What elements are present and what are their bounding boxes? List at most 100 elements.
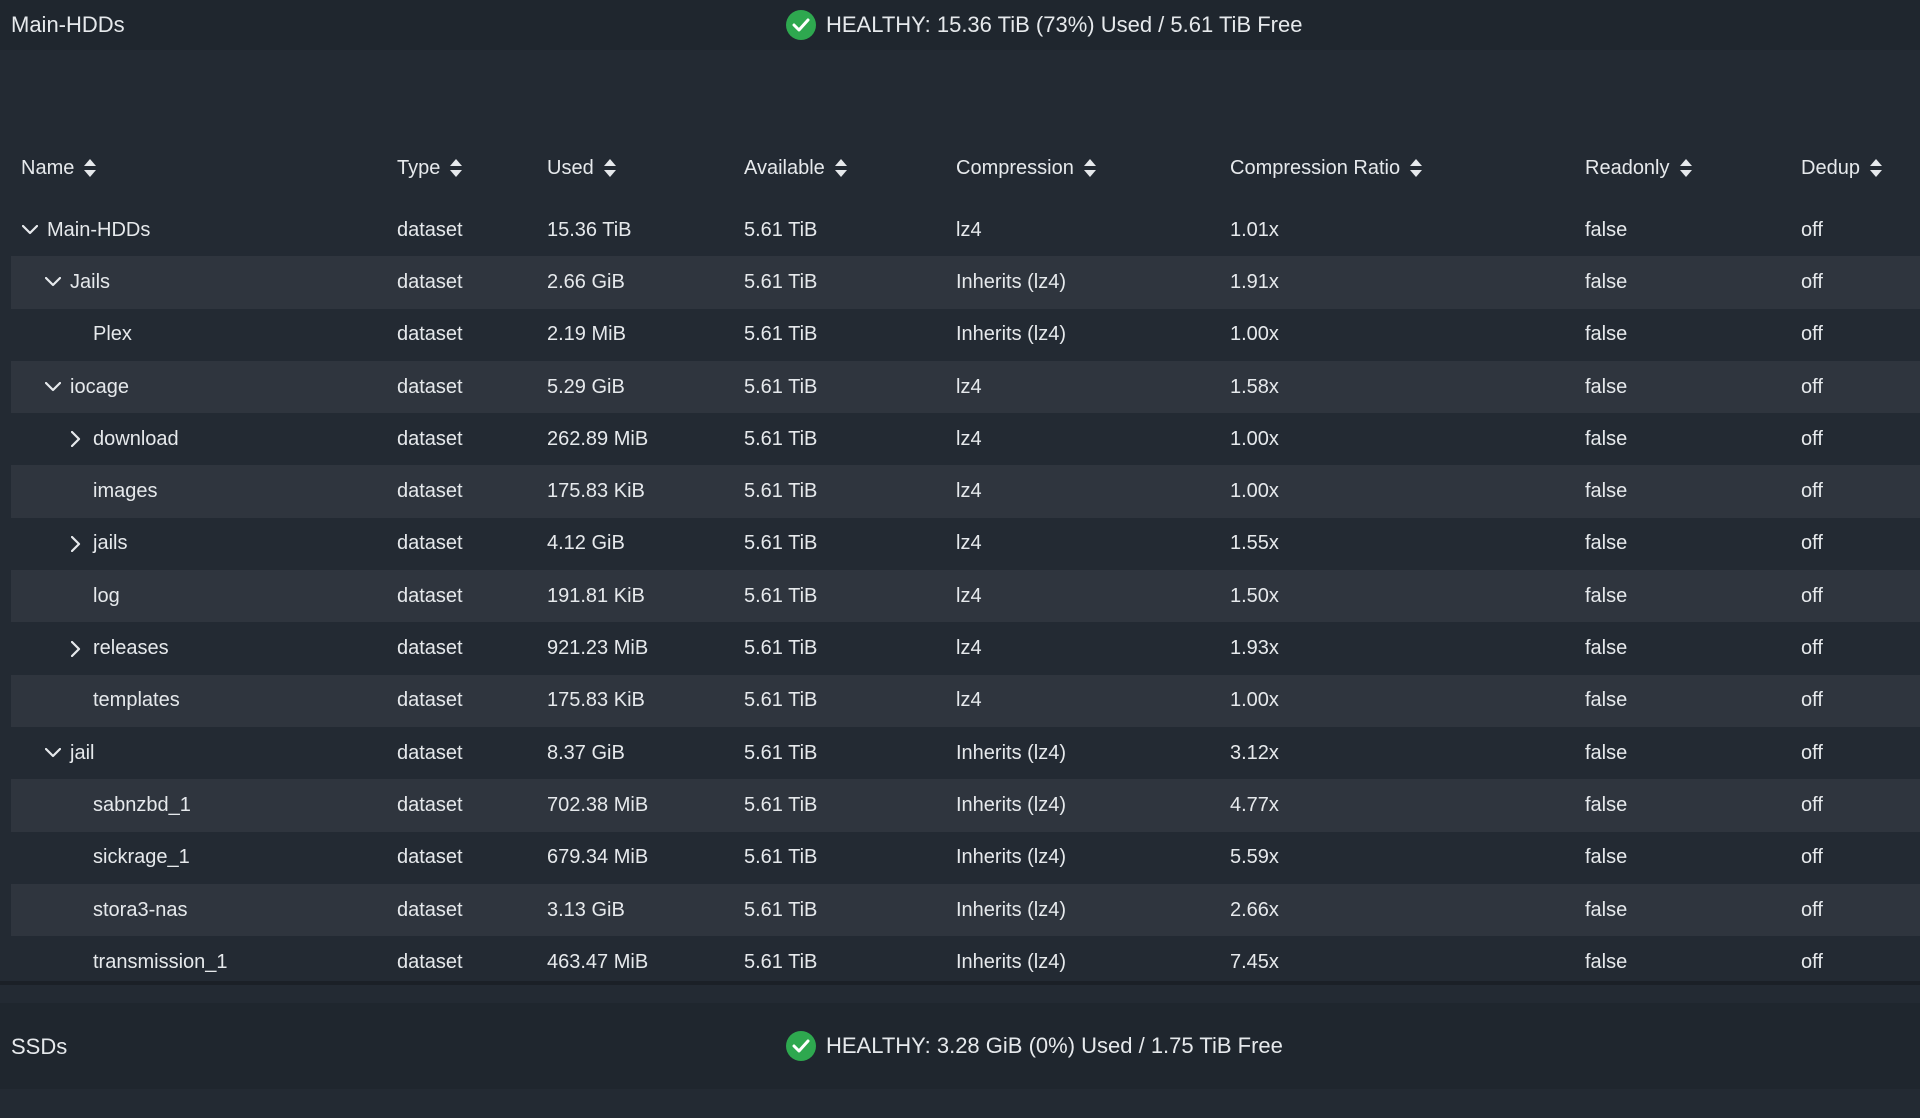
cell-used: 702.38 MiB (547, 793, 649, 816)
cell-readonly: false (1585, 323, 1628, 346)
cell-readonly: false (1585, 950, 1628, 973)
table-row[interactable]: Jails dataset 2.66 GiB 5.61 TiB Inherits (lz… (11, 256, 1920, 309)
table-row[interactable]: stora3-nas dataset 3.13 GiB 5.61 TiB Inherit… (11, 883, 1920, 937)
column-header-available[interactable]: Available (744, 157, 847, 180)
chevron-down-icon[interactable] (44, 744, 62, 762)
chevron-down-icon[interactable] (44, 378, 62, 396)
cell-readonly: false (1585, 741, 1628, 764)
cell-dedup: off (1801, 480, 1823, 503)
cell-available: 5.61 TiB (744, 427, 818, 450)
cell-available: 5.61 TiB (744, 323, 818, 346)
table-body: Main-HDDs dataset 15.36 TiB 5.61 TiB lz4 1.01… (11, 204, 1920, 988)
dataset-name: iocage (70, 375, 129, 398)
column-header-name[interactable]: Name (21, 157, 97, 180)
cell-compression-ratio: 3.12x (1230, 741, 1279, 764)
check-circle-icon (786, 1031, 816, 1061)
cell-dedup: off (1801, 532, 1823, 555)
cell-available: 5.61 TiB (744, 480, 818, 503)
dataset-name: jail (70, 741, 95, 764)
cell-compression: Inherits (lz4) (956, 741, 1067, 764)
cell-readonly: false (1585, 532, 1628, 555)
cell-name: iocage (44, 376, 129, 399)
sort-icon[interactable] (1410, 159, 1423, 178)
cell-used: 175.83 KiB (547, 689, 645, 712)
cell-type: dataset (397, 898, 463, 921)
table-row[interactable]: images dataset 175.83 KiB 5.61 TiB lz4 1.00x f… (11, 465, 1920, 518)
sort-icon[interactable] (1869, 159, 1882, 178)
table-row[interactable]: jail dataset 8.37 GiB 5.61 TiB Inherits (lz4… (11, 727, 1920, 779)
table-row[interactable]: jails dataset 4.12 GiB 5.61 TiB lz4 1.55x fals… (11, 518, 1920, 570)
dataset-name: Main-HDDs (47, 218, 151, 241)
cell-compression: Inherits (lz4) (956, 323, 1067, 346)
cell-compression-ratio: 1.91x (1230, 270, 1279, 293)
table-row[interactable]: Main-HDDs dataset 15.36 TiB 5.61 TiB lz4 1.01… (11, 204, 1920, 256)
cell-dedup: off (1801, 270, 1823, 293)
chevron-down-icon[interactable] (21, 221, 39, 239)
cell-compression-ratio: 1.00x (1230, 427, 1279, 450)
chevron-right-icon[interactable] (67, 640, 85, 658)
cell-name: jail (44, 742, 94, 765)
cell-type: dataset (397, 323, 463, 346)
table-row[interactable]: download dataset 262.89 MiB 5.61 TiB lz4 1.00… (11, 413, 1920, 465)
column-header-type[interactable]: Type (397, 157, 463, 180)
cell-available: 5.61 TiB (744, 846, 818, 869)
sort-icon[interactable] (84, 159, 97, 178)
pool-name: SSDs (11, 1034, 68, 1059)
cell-available: 5.61 TiB (744, 689, 818, 712)
table-row[interactable]: sickrage_1 dataset 679.34 MiB 5.61 TiB Inher… (11, 832, 1920, 884)
chevron-right-icon[interactable] (67, 535, 85, 553)
chevron-down-icon[interactable] (44, 273, 62, 291)
cell-type: dataset (397, 846, 463, 869)
cell-compression: lz4 (956, 689, 982, 712)
table-row[interactable]: log dataset 191.81 KiB 5.61 TiB lz4 1.50x fals… (11, 570, 1920, 623)
cell-used: 3.13 GiB (547, 898, 625, 921)
cell-compression: Inherits (lz4) (956, 898, 1067, 921)
table-row[interactable]: sabnzbd_1 dataset 702.38 MiB 5.61 TiB Inheri… (11, 779, 1920, 832)
cell-dedup: off (1801, 218, 1823, 241)
dataset-name: Jails (70, 270, 111, 293)
table-row[interactable]: iocage dataset 5.29 GiB 5.61 TiB lz4 1.58x fal… (11, 360, 1920, 414)
cell-compression-ratio: 1.50x (1230, 584, 1279, 607)
column-header-readonly[interactable]: Readonly (1585, 157, 1692, 180)
column-header-used[interactable]: Used (547, 157, 616, 180)
sort-icon[interactable] (1083, 159, 1096, 178)
cell-compression: Inherits (lz4) (956, 846, 1067, 869)
dataset-name: sickrage_1 (93, 846, 190, 869)
column-header-compression-ratio[interactable]: Compression Ratio (1230, 157, 1423, 180)
cell-readonly: false (1585, 375, 1628, 398)
cell-readonly: false (1585, 689, 1628, 712)
sort-icon[interactable] (834, 159, 847, 178)
cell-dedup: off (1801, 741, 1823, 764)
column-header-dedup[interactable]: Dedup (1801, 157, 1882, 180)
cell-compression-ratio: 5.59x (1230, 846, 1279, 869)
dataset-name: sabnzbd_1 (93, 793, 191, 816)
cell-used: 4.12 GiB (547, 532, 625, 555)
cell-compression-ratio: 1.00x (1230, 480, 1279, 503)
dataset-name: Plex (93, 323, 132, 346)
cell-available: 5.61 TiB (744, 270, 818, 293)
chevron-right-icon[interactable] (67, 430, 85, 448)
cell-compression-ratio: 1.58x (1230, 375, 1279, 398)
dataset-name: jails (93, 532, 128, 555)
pool-header-ssds: SSDs HEALTHY: 3.28 GiB (0%) Used / 1.75 … (0, 1003, 1920, 1089)
cell-compression-ratio: 1.93x (1230, 637, 1279, 660)
cell-name: stora3-nas (67, 899, 188, 922)
cell-compression-ratio: 7.45x (1230, 950, 1279, 973)
table-row[interactable]: releases dataset 921.23 MiB 5.61 TiB lz4 1.93… (11, 622, 1920, 674)
sort-icon[interactable] (603, 159, 616, 178)
cell-used: 463.47 MiB (547, 950, 649, 973)
cell-compression: lz4 (956, 218, 982, 241)
cell-used: 15.36 TiB (547, 218, 632, 241)
sort-icon[interactable] (450, 159, 463, 178)
table-row[interactable]: Plex dataset 2.19 MiB 5.61 TiB Inherits (lz4… (11, 309, 1920, 361)
cell-readonly: false (1585, 846, 1628, 869)
column-header-compression[interactable]: Compression (956, 157, 1096, 180)
sort-icon[interactable] (1679, 159, 1692, 178)
cell-compression: lz4 (956, 584, 982, 607)
cell-readonly: false (1585, 584, 1628, 607)
cell-available: 5.61 TiB (744, 218, 818, 241)
cell-used: 921.23 MiB (547, 637, 649, 660)
cell-compression: lz4 (956, 480, 982, 503)
table-row[interactable]: templates dataset 175.83 KiB 5.61 TiB lz4 1.0… (11, 674, 1920, 727)
cell-available: 5.61 TiB (744, 532, 818, 555)
